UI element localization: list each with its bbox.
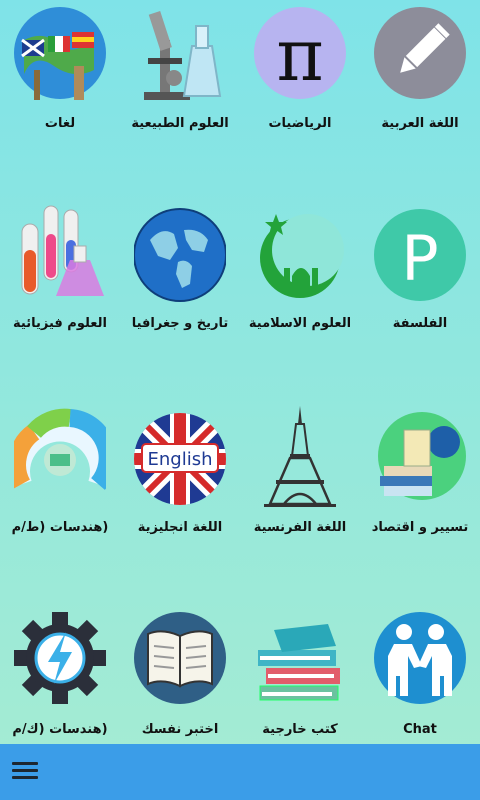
- chat-people-icon: [374, 606, 466, 716]
- english-flag-icon: English: [134, 404, 226, 514]
- tile-label: لغات: [44, 116, 76, 131]
- pencil-icon: [374, 0, 466, 110]
- microscope-icon: [134, 0, 226, 110]
- tile-label: الفلسفة: [392, 316, 448, 331]
- tile-engineering-tm[interactable]: (هندسات (ط/م: [0, 404, 120, 554]
- tile-economics[interactable]: تسيير و اقتصاد: [360, 404, 480, 554]
- test-tubes-icon: [14, 200, 106, 310]
- tile-label: (هندسات (ك/م: [12, 722, 108, 737]
- tile-label: كتب خارجية: [262, 722, 338, 737]
- tile-natural-sciences[interactable]: العلوم الطبيعية: [120, 0, 240, 150]
- tile-physics[interactable]: العلوم فيزيائية: [0, 200, 120, 350]
- open-book-icon: [134, 606, 226, 716]
- tile-test-yourself[interactable]: اختبر نفسك: [120, 606, 240, 756]
- tile-label: العلوم الطبيعية: [131, 116, 229, 131]
- tile-label: الرياضيات: [268, 116, 332, 131]
- eiffel-tower-icon: [254, 404, 346, 514]
- globe-icon: [134, 200, 226, 310]
- books-globe-icon: [374, 404, 466, 514]
- subjects-grid: اللغة العربية π الرياضيات العلوم الطبيعي…: [0, 0, 480, 744]
- tile-label: اللغة الفرنسية: [253, 520, 347, 535]
- pi-symbol: π: [276, 13, 323, 97]
- hamburger-menu-icon[interactable]: [12, 758, 38, 784]
- crescent-mosque-icon: [254, 200, 346, 310]
- tile-chat[interactable]: Chat: [360, 606, 480, 756]
- tile-islamic[interactable]: العلوم الاسلامية: [240, 200, 360, 350]
- gear-lightning-icon: [14, 606, 106, 716]
- tile-engineering-km[interactable]: (هندسات (ك/م: [0, 606, 120, 756]
- tile-label: تاريخ و جغرافيا: [131, 316, 229, 331]
- tile-label: اللغة انجليزية: [137, 520, 223, 535]
- tile-math[interactable]: π الرياضيات: [240, 0, 360, 150]
- tile-external-books[interactable]: كتب خارجية: [240, 606, 360, 756]
- philosophy-letter: P: [401, 222, 438, 295]
- tile-french[interactable]: اللغة الفرنسية: [240, 404, 360, 554]
- tile-label: العلوم فيزيائية: [13, 316, 107, 331]
- tile-arabic[interactable]: اللغة العربية: [360, 0, 480, 150]
- tile-languages[interactable]: لغات: [0, 0, 120, 150]
- tile-label: اختبر نفسك: [141, 722, 219, 737]
- tile-label: Chat: [403, 722, 437, 737]
- tile-label: (هندسات (ط/م: [11, 520, 109, 535]
- tile-english[interactable]: English اللغة انجليزية: [120, 404, 240, 554]
- tile-label: العلوم الاسلامية: [248, 316, 352, 331]
- tile-label: اللغة العربية: [381, 116, 459, 131]
- bottom-bar: [0, 744, 480, 800]
- english-badge-text: English: [148, 449, 213, 470]
- tile-philosophy[interactable]: P الفلسفة: [360, 200, 480, 350]
- tile-history-geo[interactable]: تاريخ و جغرافيا: [120, 200, 240, 350]
- globe-flags-icon: [14, 0, 106, 110]
- pi-icon: π: [254, 0, 346, 110]
- philosophy-p-icon: P: [374, 200, 466, 310]
- tile-label: تسيير و اقتصاد: [371, 520, 469, 535]
- engineering-horseshoe-icon: [14, 404, 106, 514]
- book-stack-icon: [254, 606, 346, 716]
